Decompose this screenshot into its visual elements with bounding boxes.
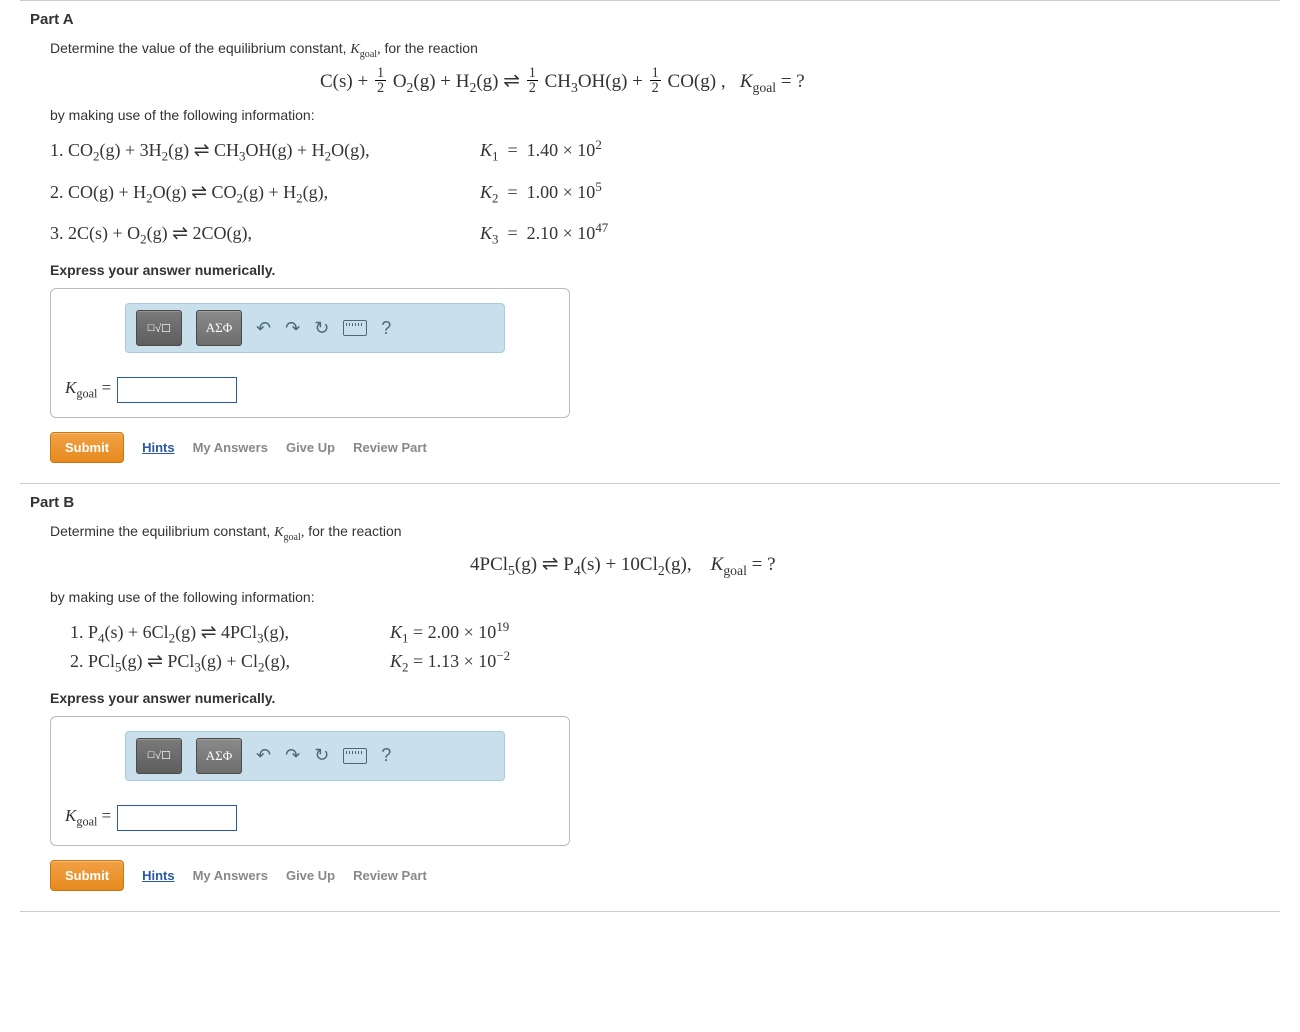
answer-toolbar: ☐√☐ ΑΣΦ ↶ ↷ ↻ ? [125, 303, 505, 353]
part-a: Part A Determine the value of the equili… [20, 0, 1280, 483]
toolbar-math-templates-button[interactable]: ☐√☐ [136, 310, 182, 346]
undo-icon[interactable]: ↶ [256, 745, 271, 766]
redo-icon[interactable]: ↷ [285, 745, 300, 766]
part-b-intro2: by making use of the following informati… [50, 589, 1280, 605]
part-b-eq1: 1. P4(s) + 6Cl2(g) ⇌ 4PCl3(g), K1 = 2.00… [70, 619, 1280, 647]
toolbar-math-templates-button[interactable]: ☐√☐ [136, 738, 182, 774]
help-icon[interactable]: ? [381, 745, 391, 766]
answer-toolbar: ☐√☐ ΑΣΦ ↶ ↷ ↻ ? [125, 731, 505, 781]
review-part-link[interactable]: Review Part [353, 440, 427, 455]
part-a-eq2: 2. CO(g) + H2O(g) ⇌ CO2(g) + H2(g), K2 =… [50, 179, 1280, 207]
part-b: Part B Determine the equilibrium constan… [20, 483, 1280, 912]
part-a-answer-box: ☐√☐ ΑΣΦ ↶ ↷ ↻ ? Kgoal = [50, 288, 570, 418]
part-b-instruction: Express your answer numerically. [50, 690, 1280, 706]
help-icon[interactable]: ? [381, 318, 391, 339]
part-b-answer-box: ☐√☐ ΑΣΦ ↶ ↷ ↻ ? Kgoal = [50, 716, 570, 846]
part-a-intro: Determine the value of the equilibrium c… [50, 40, 1280, 60]
submit-button[interactable]: Submit [50, 432, 124, 463]
undo-icon[interactable]: ↶ [256, 318, 271, 339]
part-a-answer-input[interactable] [117, 377, 237, 403]
review-part-link[interactable]: Review Part [353, 868, 427, 883]
toolbar-greek-button[interactable]: ΑΣΦ [196, 310, 242, 346]
give-up-link[interactable]: Give Up [286, 440, 335, 455]
keyboard-icon[interactable] [343, 748, 367, 764]
part-a-eq3: 3. 2C(s) + O2(g) ⇌ 2CO(g), K3 = 2.10 × 1… [50, 220, 1280, 248]
part-a-title: Part A [30, 11, 1280, 28]
toolbar-greek-button[interactable]: ΑΣΦ [196, 738, 242, 774]
my-answers-link[interactable]: My Answers [193, 868, 268, 883]
reset-icon[interactable]: ↻ [314, 745, 329, 766]
answer-label: Kgoal = [65, 806, 111, 829]
part-b-button-row: Submit Hints My Answers Give Up Review P… [50, 860, 1280, 891]
part-a-instruction: Express your answer numerically. [50, 262, 1280, 278]
give-up-link[interactable]: Give Up [286, 868, 335, 883]
part-b-title: Part B [30, 494, 1280, 511]
hints-link[interactable]: Hints [142, 868, 175, 883]
part-a-goal-equation: C(s) + 12 O2(g) + H2(g) ⇌ 12 CH3OH(g) + … [50, 68, 1280, 98]
keyboard-icon[interactable] [343, 320, 367, 336]
hints-link[interactable]: Hints [142, 440, 175, 455]
redo-icon[interactable]: ↷ [285, 318, 300, 339]
part-a-eq1: 1. CO2(g) + 3H2(g) ⇌ CH3OH(g) + H2O(g), … [50, 137, 1280, 165]
my-answers-link[interactable]: My Answers [193, 440, 268, 455]
part-a-intro2: by making use of the following informati… [50, 107, 1280, 123]
part-b-goal-equation: 4PCl5(g) ⇌ P4(s) + 10Cl2(g), Kgoal = ? [50, 551, 1280, 579]
part-b-intro: Determine the equilibrium constant, Kgoa… [50, 523, 1280, 543]
part-a-button-row: Submit Hints My Answers Give Up Review P… [50, 432, 1280, 463]
reset-icon[interactable]: ↻ [314, 318, 329, 339]
part-b-answer-input[interactable] [117, 805, 237, 831]
answer-label: Kgoal = [65, 378, 111, 401]
submit-button[interactable]: Submit [50, 860, 124, 891]
part-b-eq2: 2. PCl5(g) ⇌ PCl3(g) + Cl2(g), K2 = 1.13… [70, 648, 1280, 676]
